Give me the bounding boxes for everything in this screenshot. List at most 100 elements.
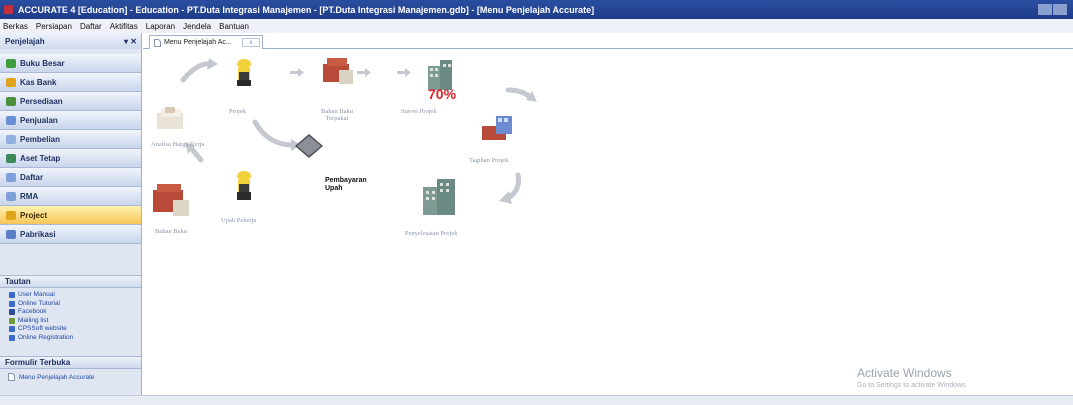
document-stack-icon[interactable] [155,105,187,133]
sidebar-item-project[interactable]: Project [0,206,141,225]
explorer-sidebar: Penjelajah ▾ ✕ Buku Besar Kas Bank Perse… [0,33,142,395]
link-facebook[interactable]: Facebook [9,308,141,317]
globe-icon [9,292,15,299]
status-bar [0,395,1073,405]
sales-icon [6,115,16,125]
dash-arrow-3b [405,68,411,77]
arrow-curve-1 [180,61,214,83]
arrowhead-4 [499,191,512,204]
inventory-icon [6,96,16,106]
sidebar-item-label: Project [20,210,48,220]
sidebar-controls[interactable]: ▾ ✕ [124,37,137,46]
ledger-icon [6,58,16,68]
link-mailing-list[interactable]: Mailing list [9,317,141,326]
arrow-curve-2 [252,119,296,148]
list-icon [6,172,16,182]
document-icon [8,373,15,381]
menu-aktifitas[interactable]: Aktifitas [110,22,138,31]
app-icon [4,5,13,14]
sidebar-item-daftar[interactable]: Daftar [0,168,141,187]
link-label: User Manual [18,291,55,298]
menu-jendela[interactable]: Jendela [183,22,211,31]
sidebar-item-kas-bank[interactable]: Kas Bank [0,73,141,92]
link-online-tutorial[interactable]: Online Tutorial [9,300,141,309]
activation-watermark-subtitle: Go to Settings to activate Windows. [857,382,968,389]
sidebar-item-buku-besar[interactable]: Buku Besar [0,54,141,73]
arrow-up-left [188,145,204,163]
building-complex-icon[interactable] [421,177,459,217]
sidebar-item-aset-tetap[interactable]: Aset Tetap [0,149,141,168]
workflow-arrows [180,58,537,204]
globe-icon [9,334,15,341]
facebook-icon [9,309,15,316]
cash-icon [6,77,16,87]
sidebar-item-label: Kas Bank [20,77,57,87]
sidebar-item-label: Buku Besar [20,58,65,68]
menu-laporan[interactable]: Laporan [146,22,175,31]
label-analisa-harga-kerja: Analisa Harga Kerja [151,141,205,148]
menu-persiapan[interactable]: Persiapan [36,22,72,31]
label-projek: Projek [229,108,246,115]
sidebar-item-label: Persediaan [20,96,63,106]
open-form-label: Menu Penjelajah Accurate [19,373,95,381]
window-controls [1038,4,1067,15]
link-cpssoft-website[interactable]: CPSSoft website [9,325,141,334]
dash-arrow-2a [357,71,365,74]
dash-arrow-2b [365,68,371,77]
label-bahan-baku: Bahan Baku [155,228,187,235]
menu-berkas[interactable]: Berkas [3,22,28,31]
dash-arrow-1b [298,68,304,77]
link-online-registration[interactable]: Online Registration [9,334,141,343]
sidebar-item-persediaan[interactable]: Persediaan [0,92,141,111]
dash-arrow-1a [290,71,298,74]
sidebar-item-label: Pabrikasi [20,229,56,239]
label-survei-projek: Survei Projek [401,108,437,115]
sidebar-item-rma[interactable]: RMA [0,187,141,206]
document-icon [154,38,161,47]
sidebar-item-penjualan[interactable]: Penjualan [0,111,141,130]
sidebar-item-label: Daftar [20,172,44,182]
tab-label: Menu Penjelajah Ac... [164,39,232,46]
book-icon[interactable] [291,132,325,162]
purchase-icon [6,134,16,144]
label-bahan-baku-terpakai: Bahan Baku Terpakai [321,108,353,122]
brick-pile-icon[interactable] [151,182,191,218]
sidebar-item-label: Penjualan [20,115,58,125]
label-upah-pekerja: Upah Pekerja [221,217,257,224]
worker-icon[interactable] [231,58,257,88]
menu-bantuan[interactable]: Bantuan [219,22,249,31]
link-user-manual[interactable]: User Manual [9,291,141,300]
invoice-bricks-icon[interactable] [480,114,516,144]
sidebar-item-label: RMA [20,191,39,201]
link-label: Online Registration [18,333,74,341]
link-label: Online Tutorial [18,299,60,307]
label-tagihan-projek: Tagihan Projek [469,157,509,164]
workflow-canvas: Projek Bahan Baku Terpakai 70% Survei Pro… [143,50,1073,395]
links-list: User Manual Online Tutorial Facebook Mai… [0,288,141,346]
dash-arrow-3a [397,71,405,74]
link-label: Mailing list [18,316,49,324]
title-bar: ACCURATE 4 [Education] - Education - PT.… [0,0,1073,19]
sidebar-item-label: Pembelian [20,134,61,144]
worker-icon[interactable] [231,170,257,202]
tab-close-button[interactable]: x [242,38,260,47]
sidebar-item-pabrikasi[interactable]: Pabrikasi [0,225,141,244]
open-form-item[interactable]: Menu Penjelajah Accurate [0,369,141,381]
people-icon [9,317,15,324]
sidebar-item-pembelian[interactable]: Pembelian [0,130,141,149]
tab-menu-penjelajah[interactable]: Menu Penjelajah Ac... x [149,35,263,49]
restore-button[interactable] [1053,4,1067,15]
sidebar-title: Penjelajah [5,36,45,46]
activation-watermark-title: Activate Windows [857,366,952,380]
globe-icon [9,300,15,307]
project-icon [6,210,16,220]
bricks-icon[interactable] [321,56,355,86]
arrowhead-1 [207,58,218,70]
minimize-button[interactable] [1038,4,1052,15]
factory-icon [6,229,16,239]
sidebar-item-label: Aset Tetap [20,153,61,163]
link-label: Facebook [18,308,47,315]
menu-daftar[interactable]: Daftar [80,22,102,31]
